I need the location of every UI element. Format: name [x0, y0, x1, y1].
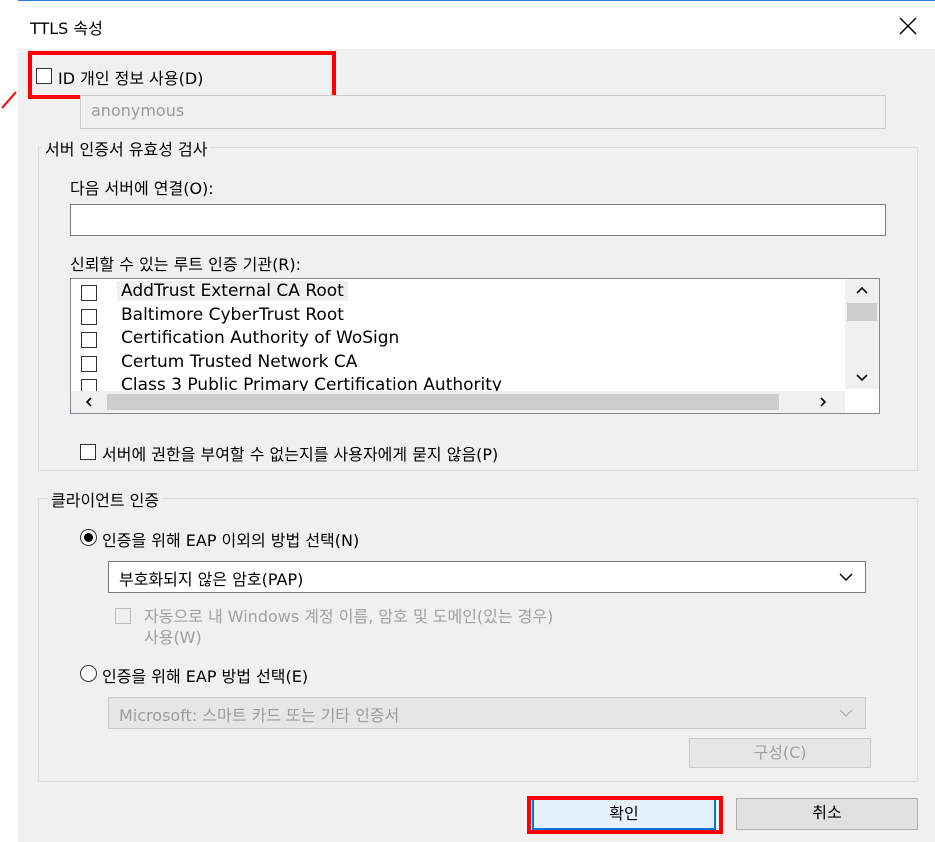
- no-prompt-label: 서버에 권한을 부여할 수 없는지를 사용자에게 묻지 않음(P): [102, 445, 499, 464]
- ca-list-vertical-thumb[interactable]: [847, 303, 877, 321]
- cancel-button-label: 취소: [812, 803, 842, 822]
- scroll-down-icon[interactable]: [854, 371, 870, 385]
- highlight-identity-box: [28, 51, 336, 99]
- auto-windows-credentials-label-line1: 자동으로 내 Windows 계정 이름, 암호 및 도메인(있는 경우): [144, 607, 554, 626]
- eap-label: 인증을 위해 EAP 방법 선택(E): [102, 667, 309, 686]
- ca-item-checkbox[interactable]: [81, 332, 97, 348]
- ca-list-horizontal-scrollbar[interactable]: [71, 391, 845, 413]
- close-button[interactable]: [891, 9, 925, 43]
- ca-list-item[interactable]: Certification Authority of WoSign: [81, 328, 841, 351]
- cancel-button[interactable]: 취소: [736, 798, 918, 830]
- ca-item-label: Certum Trusted Network CA: [121, 351, 358, 372]
- chevron-down-icon: [839, 573, 853, 581]
- no-prompt-checkbox[interactable]: [80, 444, 96, 460]
- close-icon: [899, 17, 917, 35]
- configure-button[interactable]: 구성(C): [689, 738, 871, 768]
- configure-button-label: 구성(C): [753, 743, 807, 762]
- highlight-ok-box: [527, 796, 723, 834]
- ca-item-checkbox[interactable]: [81, 308, 97, 325]
- scroll-left-icon[interactable]: [83, 396, 95, 408]
- ca-list-item[interactable]: AddTrust External CA Root: [81, 281, 841, 304]
- auto-windows-credentials-checkbox[interactable]: [115, 608, 131, 624]
- scroll-up-icon[interactable]: [854, 283, 870, 297]
- non-eap-method-value: 부호화되지 않은 암호(PAP): [119, 570, 304, 589]
- eap-method-select[interactable]: Microsoft: 스마트 카드 또는 기타 인증서: [108, 697, 866, 729]
- ca-item-label: Certification Authority of WoSign: [121, 328, 400, 348]
- connect-to-servers-label: 다음 서버에 연결(O):: [70, 179, 214, 198]
- title-bar: TTLS 속성: [18, 1, 935, 49]
- dialog-title: TTLS 속성: [30, 19, 103, 38]
- ttls-properties-dialog: TTLS 속성 ID 개인 정보 사용(D) anonymous 서버 인증서 …: [18, 0, 935, 842]
- eap-method-value: Microsoft: 스마트 카드 또는 기타 인증서: [119, 706, 400, 725]
- non-eap-radio[interactable]: [80, 529, 97, 546]
- ca-list-item[interactable]: Baltimore CyberTrust Root: [81, 305, 841, 328]
- ca-item-checkbox[interactable]: [81, 285, 97, 301]
- non-eap-method-select[interactable]: 부호화되지 않은 암호(PAP): [108, 561, 866, 593]
- annotation-arrow-icon: [1, 91, 17, 109]
- identity-input[interactable]: anonymous: [80, 95, 886, 129]
- client-auth-legend: 클라이언트 인증: [48, 487, 163, 511]
- ca-list-horizontal-thumb[interactable]: [107, 394, 779, 410]
- scroll-right-icon[interactable]: [817, 396, 829, 408]
- ca-list-vertical-scrollbar[interactable]: [845, 279, 879, 389]
- ca-item-checkbox[interactable]: [81, 355, 97, 372]
- connect-to-servers-input[interactable]: [70, 204, 886, 236]
- ca-item-label: AddTrust External CA Root: [117, 281, 348, 301]
- trusted-ca-label: 신뢰할 수 있는 루트 인증 기관(R):: [70, 255, 302, 274]
- eap-radio[interactable]: [80, 665, 97, 682]
- non-eap-label: 인증을 위해 EAP 이외의 방법 선택(N): [102, 531, 360, 550]
- server-validation-legend: 서버 인증서 유효성 검사: [42, 136, 211, 160]
- chevron-down-icon: [839, 709, 853, 717]
- identity-value: anonymous: [91, 101, 185, 120]
- trusted-ca-list[interactable]: AddTrust External CA Root Baltimore Cyber…: [70, 278, 880, 414]
- ca-item-label: Baltimore CyberTrust Root: [121, 304, 344, 325]
- ca-list-item[interactable]: Certum Trusted Network CA: [81, 352, 841, 375]
- auto-windows-credentials-label-line2: 사용(W): [144, 628, 202, 647]
